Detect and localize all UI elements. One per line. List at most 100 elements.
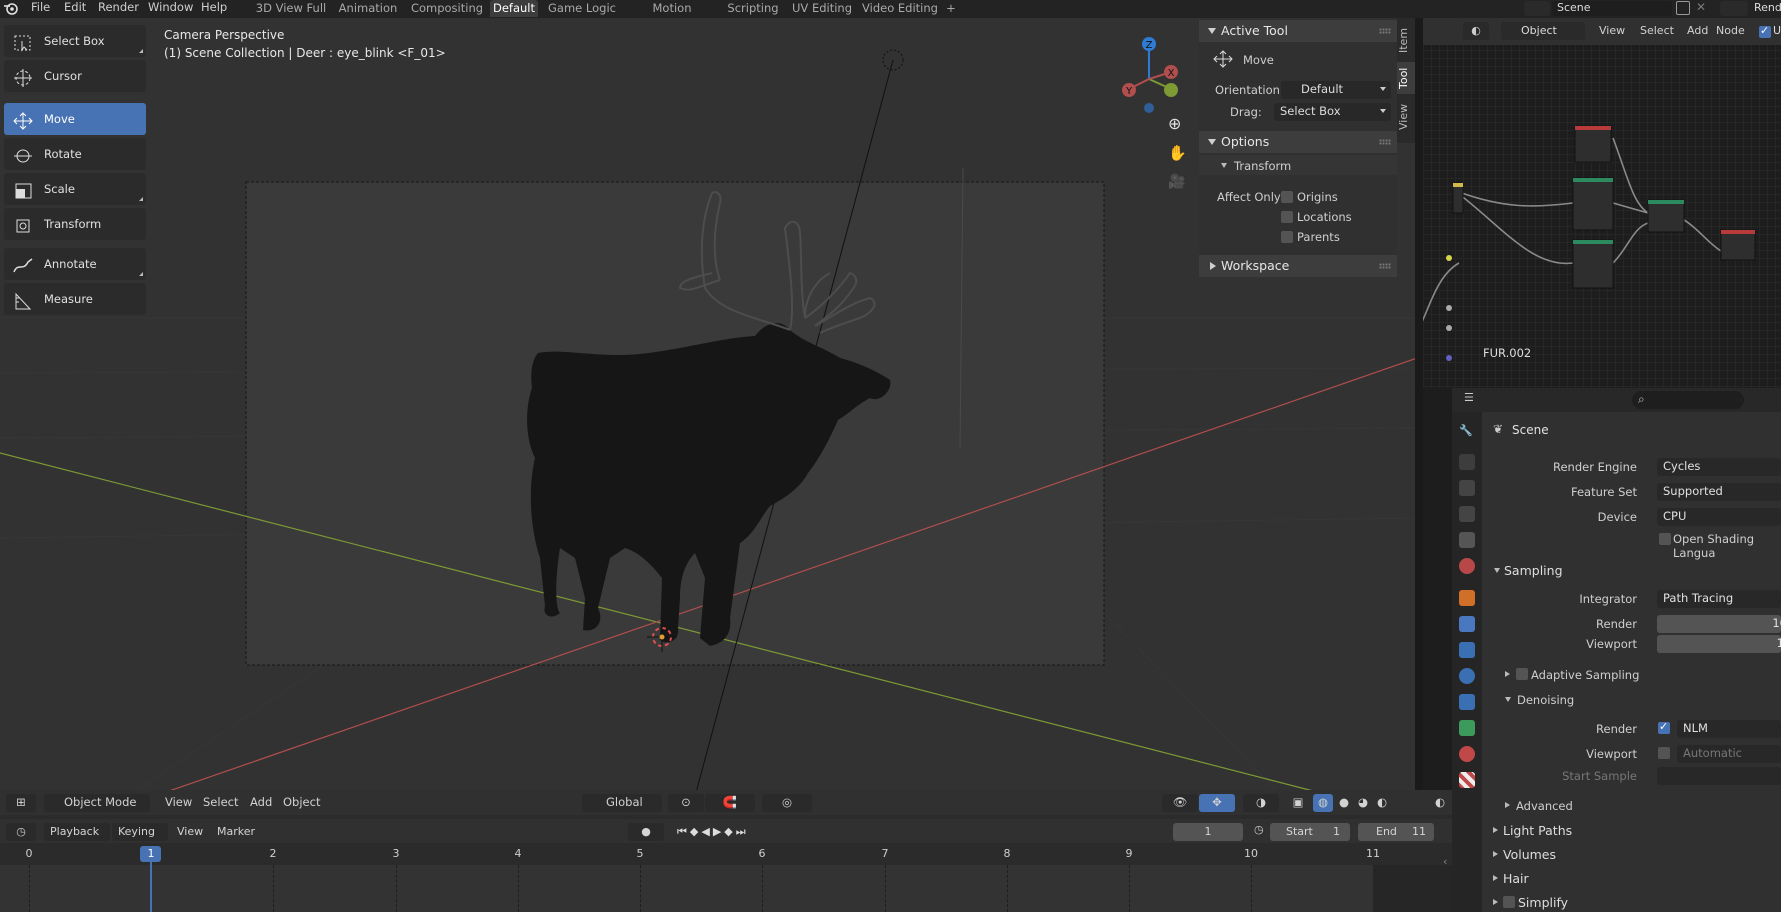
- simplify-panel[interactable]: Simplify: [1518, 895, 1568, 910]
- menu-render[interactable]: Render: [98, 0, 139, 16]
- active-tool-header[interactable]: Active Tool: [1199, 20, 1397, 42]
- constraint-properties-icon[interactable]: [1459, 694, 1475, 710]
- orientation-dropdown[interactable]: Default: [1281, 81, 1391, 99]
- drag-handle-icon[interactable]: [1379, 28, 1391, 34]
- scene-close-icon[interactable]: ✕: [1696, 0, 1706, 14]
- drag-dropdown[interactable]: Select Box: [1274, 103, 1391, 121]
- object-mode-dropdown[interactable]: Object Mode: [44, 794, 150, 812]
- tool-scale[interactable]: Scale: [4, 173, 146, 205]
- timeline-menu-marker[interactable]: Marker: [217, 825, 255, 838]
- proportional-editing-icon[interactable]: ◎: [762, 794, 812, 812]
- end-frame-field[interactable]: End 11: [1358, 823, 1434, 841]
- pan-hand-icon[interactable]: ✋: [1168, 144, 1187, 162]
- scene-copy-icon[interactable]: [1676, 1, 1690, 15]
- device-dropdown[interactable]: CPU: [1657, 508, 1781, 526]
- tool-measure[interactable]: Measure: [4, 283, 146, 315]
- view-layer-field[interactable]: Rend: [1754, 1, 1781, 14]
- timeline-ruler[interactable]: [0, 843, 1452, 865]
- node-graph[interactable]: [1423, 18, 1781, 388]
- output-properties-icon[interactable]: [1459, 480, 1475, 496]
- viewport-samples-field[interactable]: 1: [1657, 635, 1781, 653]
- xray-icon[interactable]: ▣: [1288, 794, 1308, 812]
- material-properties-icon[interactable]: [1459, 746, 1475, 762]
- timeline-menu-view[interactable]: View: [177, 825, 203, 838]
- gizmo-toggle-icon[interactable]: ✥: [1199, 794, 1235, 812]
- node-menu-node[interactable]: Node: [1716, 24, 1745, 37]
- denoise-render-checkbox[interactable]: [1658, 720, 1670, 734]
- editor-type-icon[interactable]: ☰: [1464, 391, 1490, 409]
- origins-checkbox[interactable]: [1281, 191, 1293, 203]
- node-menu-add[interactable]: Add: [1687, 24, 1708, 37]
- scene-selector-icon[interactable]: [1524, 1, 1550, 16]
- texture-properties-icon[interactable]: [1459, 772, 1475, 788]
- tool-move[interactable]: Move: [4, 103, 146, 135]
- object-properties-icon[interactable]: [1459, 590, 1475, 606]
- denoise-viewport-checkbox[interactable]: [1658, 747, 1670, 759]
- menu-help[interactable]: Help: [201, 0, 227, 16]
- tab-compositing[interactable]: Compositing: [407, 0, 487, 17]
- volumes-panel[interactable]: Volumes: [1503, 847, 1556, 862]
- node-mode-dropdown[interactable]: Object: [1501, 22, 1585, 40]
- workspace-header[interactable]: Workspace: [1199, 255, 1397, 277]
- tool-settings-icon[interactable]: 🔧: [1459, 424, 1475, 440]
- render-engine-dropdown[interactable]: Cycles: [1657, 458, 1781, 476]
- feature-set-dropdown[interactable]: Supported: [1657, 483, 1781, 501]
- transform-orientation-dropdown[interactable]: Global: [582, 794, 662, 812]
- tab-default[interactable]: Default: [490, 0, 538, 17]
- solid-shading-icon[interactable]: ●: [1334, 794, 1354, 812]
- light-paths-panel[interactable]: Light Paths: [1503, 823, 1572, 838]
- menu-window[interactable]: Window: [148, 0, 193, 16]
- render-samples-field[interactable]: 10: [1657, 615, 1781, 633]
- editor-type-icon[interactable]: ◷: [6, 823, 36, 841]
- tool-transform[interactable]: Transform: [4, 208, 146, 240]
- sampling-panel-header[interactable]: Sampling: [1482, 560, 1781, 582]
- render-properties-icon[interactable]: [1459, 454, 1475, 470]
- denoising-header[interactable]: Denoising: [1517, 693, 1574, 707]
- tool-rotate[interactable]: Rotate: [4, 138, 146, 170]
- add-workspace-button[interactable]: +: [944, 0, 958, 17]
- particle-properties-icon[interactable]: [1459, 642, 1475, 658]
- current-frame-field[interactable]: 1: [1173, 823, 1243, 841]
- node-menu-view[interactable]: View: [1599, 24, 1625, 37]
- use-nodes-checkbox[interactable]: [1759, 24, 1771, 38]
- material-shading-icon[interactable]: ◕: [1353, 794, 1373, 812]
- options-header[interactable]: Options: [1199, 131, 1397, 153]
- vp-menu-add[interactable]: Add: [250, 794, 272, 812]
- transform-subpanel-header[interactable]: Transform: [1199, 155, 1397, 175]
- view-layer-icon[interactable]: [1459, 506, 1475, 522]
- tab-animation[interactable]: Animation: [334, 0, 402, 17]
- visibility-icon[interactable]: 👁: [1162, 794, 1198, 812]
- locations-checkbox[interactable]: [1281, 211, 1293, 223]
- camera-view-icon[interactable]: 🎥: [1168, 174, 1185, 190]
- drag-handle-icon[interactable]: [1379, 139, 1391, 145]
- data-properties-icon[interactable]: [1459, 720, 1475, 736]
- playback-dropdown[interactable]: Playback: [44, 823, 110, 841]
- area-divider[interactable]: [1415, 18, 1423, 815]
- adaptive-sampling-checkbox[interactable]: [1516, 668, 1528, 680]
- record-keyframe-icon[interactable]: ●: [628, 823, 664, 841]
- modifier-properties-icon[interactable]: [1459, 616, 1475, 632]
- snap-icon[interactable]: 🧲: [705, 794, 755, 812]
- navigation-gizmo-icon[interactable]: Z Y X: [1115, 24, 1195, 114]
- menu-edit[interactable]: Edit: [64, 0, 86, 16]
- scene-properties-icon[interactable]: [1459, 532, 1475, 548]
- playback-controls[interactable]: ⏮◆◀▶◆⏭: [677, 823, 787, 841]
- advanced-subpanel[interactable]: Advanced: [1516, 799, 1573, 813]
- physics-properties-icon[interactable]: [1459, 668, 1475, 684]
- pivot-point-icon[interactable]: ⊙: [668, 794, 704, 812]
- tab-3d-view-full[interactable]: 3D View Full: [253, 0, 329, 17]
- menu-file[interactable]: File: [31, 0, 50, 16]
- tab-video-editing[interactable]: Video Editing: [862, 0, 938, 17]
- overlays-icon[interactable]: ◑: [1243, 794, 1279, 812]
- keying-dropdown[interactable]: Keying: [112, 823, 168, 841]
- tab-motion-tracking[interactable]: Motion Tracking: [627, 0, 717, 31]
- drag-handle-icon[interactable]: [1379, 263, 1391, 269]
- view-layer-icon[interactable]: [1720, 1, 1748, 16]
- node-menu-select[interactable]: Select: [1640, 24, 1674, 37]
- node-editor-type-icon[interactable]: ◐: [1430, 794, 1450, 812]
- world-properties-icon[interactable]: [1459, 558, 1475, 574]
- start-sample-field[interactable]: [1657, 767, 1781, 785]
- adaptive-sampling-label[interactable]: Adaptive Sampling: [1531, 668, 1639, 682]
- vp-menu-object[interactable]: Object: [283, 794, 320, 812]
- editor-type-icon[interactable]: ⊞: [6, 794, 36, 812]
